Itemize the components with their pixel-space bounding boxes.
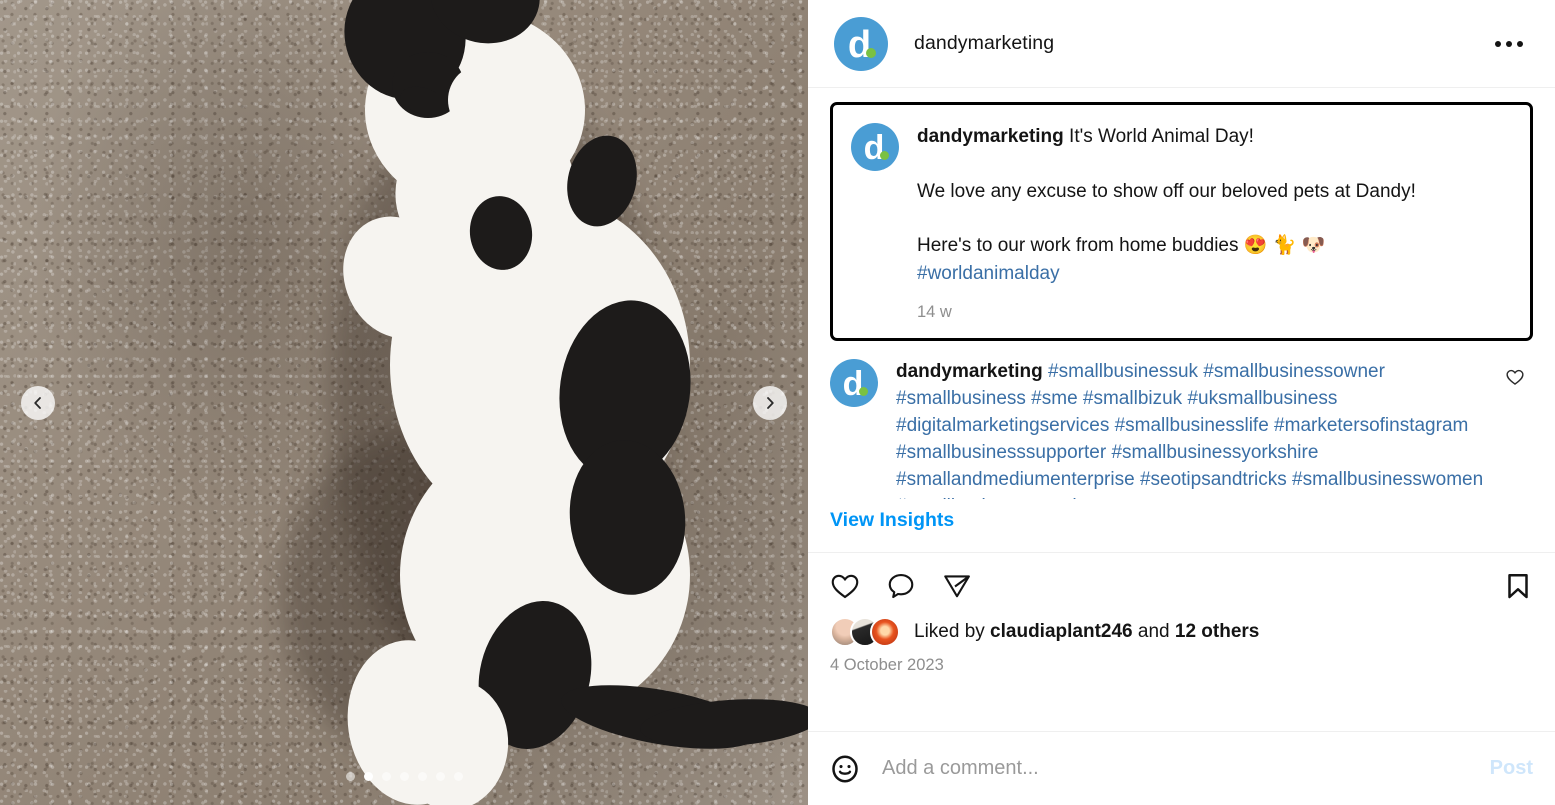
caption-timestamp: 14 w xyxy=(917,303,952,322)
carousel-dot[interactable] xyxy=(417,772,427,781)
dandy-logo-avatar[interactable]: d xyxy=(834,16,888,71)
post-sidebar: d dandymarketing d dandymarketing It's W… xyxy=(808,0,1555,805)
caption-first-line: dandymarketing It's World Animal Day! xyxy=(917,123,1510,151)
likes-username[interactable]: claudiaplant246 xyxy=(990,621,1133,642)
comment-item: d dandymarketing #smallbusinessuk #small… xyxy=(808,341,1555,499)
more-dot xyxy=(1517,40,1523,47)
likes-row: Liked by claudiaplant246 and 12 others xyxy=(808,611,1555,648)
share-button[interactable] xyxy=(942,571,972,601)
carousel-dot[interactable] xyxy=(399,772,409,781)
caption-section: d dandymarketing It's World Animal Day! … xyxy=(808,88,1555,342)
more-dot xyxy=(1506,40,1512,47)
post-header: d dandymarketing xyxy=(808,0,1555,88)
share-paper-plane-icon xyxy=(944,575,970,598)
comment-text: dandymarketing #smallbusinessuk #smallbu… xyxy=(896,359,1487,499)
likes-others-count[interactable]: 12 others xyxy=(1175,621,1259,642)
post-date: 4 October 2023 xyxy=(830,656,944,675)
comment-body: dandymarketing #smallbusinessuk #smallbu… xyxy=(896,359,1487,499)
caption-text-line3: Here's to our work from home buddies 😍 🐈… xyxy=(917,232,1510,287)
comment-button[interactable] xyxy=(886,571,916,601)
chevron-left-icon xyxy=(34,396,41,409)
post-author-username[interactable]: dandymarketing xyxy=(914,32,1054,55)
post-actions xyxy=(808,553,1555,611)
comment-bubble-icon xyxy=(888,574,914,599)
post-comment-button[interactable]: Post xyxy=(1490,757,1533,780)
carousel-dot-active[interactable] xyxy=(363,772,373,781)
avatar-green-dot xyxy=(880,151,889,160)
instagram-post-viewer: d dandymarketing d dandymarketing It's W… xyxy=(0,0,1555,805)
like-button[interactable] xyxy=(830,571,860,601)
more-dot xyxy=(1495,40,1501,47)
insights-section: View Insights xyxy=(808,499,1555,554)
carousel-dot[interactable] xyxy=(435,772,445,781)
view-insights-link[interactable]: View Insights xyxy=(830,509,954,531)
carousel-dot[interactable] xyxy=(453,772,463,781)
likes-text: Liked by claudiaplant246 and 12 others xyxy=(914,621,1259,643)
comment-like-button[interactable] xyxy=(1505,359,1533,392)
caption-text-line2: We love any excuse to show off our belov… xyxy=(917,180,1416,202)
caption-body: dandymarketing It's World Animal Day! We… xyxy=(917,123,1510,322)
more-options-icon[interactable] xyxy=(1489,31,1529,57)
avatar-green-dot xyxy=(866,47,876,58)
chevron-right-icon xyxy=(767,396,774,409)
avatar-letter: d xyxy=(842,365,864,404)
comment-avatar-wrap: d xyxy=(830,359,878,408)
carousel-dot[interactable] xyxy=(345,772,355,781)
caption-line3-text: Here's to our work from home buddies 😍 🐈… xyxy=(917,235,1326,257)
comment-username[interactable]: dandymarketing xyxy=(896,361,1043,382)
caption-text-line1: It's World Animal Day! xyxy=(1069,126,1254,147)
caption-hashtag[interactable]: #worldanimalday xyxy=(917,263,1060,284)
likes-middle: and xyxy=(1132,621,1175,643)
liker-avatar xyxy=(870,617,900,648)
caption-focus-box[interactable]: d dandymarketing It's World Animal Day! … xyxy=(830,102,1533,342)
avatar-letter: d xyxy=(863,129,885,167)
emoji-smiley-icon xyxy=(832,754,858,783)
carousel-prev-button[interactable] xyxy=(21,385,55,420)
cat-photo-subject xyxy=(0,0,808,805)
heart-outline-icon xyxy=(831,574,859,599)
post-media[interactable] xyxy=(0,0,808,805)
liker-avatars[interactable] xyxy=(830,617,900,648)
heart-outline-icon xyxy=(1506,370,1524,386)
carousel-dots xyxy=(0,772,808,781)
caption-avatar-wrap: d xyxy=(851,123,899,322)
emoji-picker-button[interactable] xyxy=(830,754,860,784)
carousel-next-button[interactable] xyxy=(753,385,787,420)
bookmark-outline-icon xyxy=(1508,574,1528,599)
likes-prefix: Liked by xyxy=(914,621,991,643)
carousel-dot[interactable] xyxy=(381,772,391,781)
caption-username[interactable]: dandymarketing xyxy=(917,126,1064,147)
avatar-green-dot xyxy=(859,387,868,397)
avatar-letter: d xyxy=(847,23,871,66)
save-button[interactable] xyxy=(1503,571,1533,601)
dandy-logo-avatar[interactable]: d xyxy=(851,123,899,171)
comment-input[interactable] xyxy=(882,757,1468,780)
comment-composer: Post xyxy=(808,731,1555,805)
dandy-logo-avatar[interactable]: d xyxy=(830,359,878,408)
